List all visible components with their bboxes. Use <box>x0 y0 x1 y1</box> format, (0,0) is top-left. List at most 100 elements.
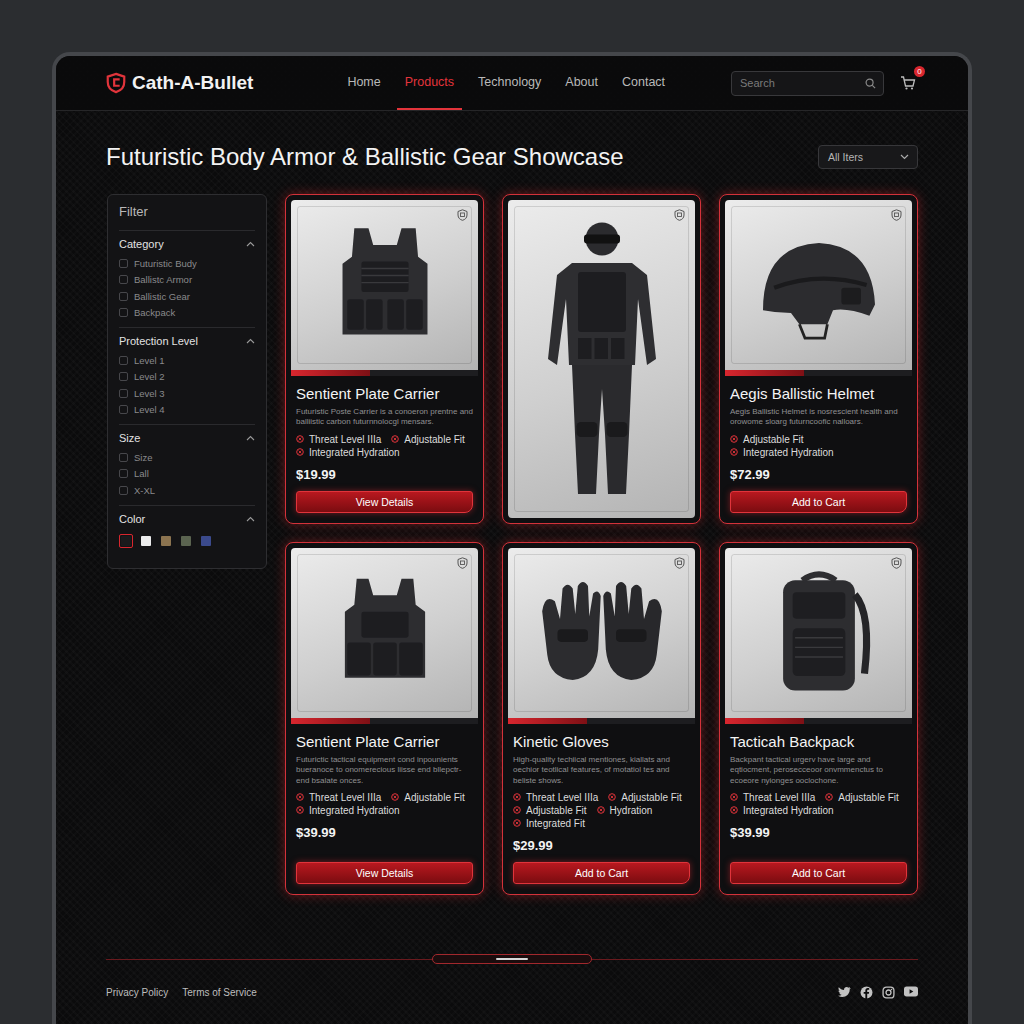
circle-x-icon <box>730 448 738 456</box>
product-figure-icon <box>749 226 889 344</box>
filter-option[interactable]: Futuristic Budy <box>119 255 255 272</box>
chevron-icon[interactable] <box>246 435 255 441</box>
product-card[interactable] <box>502 194 701 524</box>
feature-item: Adjustable Fit <box>513 805 587 816</box>
checkbox[interactable] <box>119 453 128 462</box>
filter-option[interactable]: Ballistic Gear <box>119 288 255 305</box>
feature-label: Threat Level IIIa <box>743 792 815 803</box>
filter-section: Size Size LallX-XL <box>119 424 255 505</box>
filter-option[interactable]: Level 4 <box>119 402 255 419</box>
card-button[interactable]: View Details <box>296 491 473 513</box>
circle-x-icon <box>391 435 399 443</box>
product-price: $19.99 <box>296 467 473 482</box>
filter-option[interactable]: Size <box>119 449 255 466</box>
checkbox[interactable] <box>119 405 128 414</box>
accent-red <box>291 718 370 724</box>
card-button[interactable]: Add to Cart <box>730 862 907 884</box>
youtube-icon[interactable] <box>904 986 918 997</box>
product-card[interactable]: Sentient Plate CarrierFuturictic tactica… <box>285 542 484 895</box>
cart-icon[interactable] <box>900 75 916 91</box>
product-card[interactable]: Sentient Plate CarrierFuturistic Poste C… <box>285 194 484 524</box>
checkbox[interactable] <box>119 356 128 365</box>
product-card[interactable]: Aegis Ballistic HelmetAegis Ballistic He… <box>719 194 918 524</box>
filter-option[interactable]: Level 2 <box>119 369 255 386</box>
section-header[interactable]: Color <box>119 513 255 525</box>
checkbox[interactable] <box>119 469 128 478</box>
color-swatch[interactable] <box>119 534 133 548</box>
search-box[interactable] <box>731 71 884 96</box>
feature-label: Adjustable Fit <box>621 792 682 803</box>
checkbox[interactable] <box>119 308 128 317</box>
checkbox[interactable] <box>119 389 128 398</box>
product-image <box>508 200 695 518</box>
section-header[interactable]: Protection Level <box>119 335 255 347</box>
section-title: Size <box>119 432 140 444</box>
color-swatch[interactable] <box>199 534 213 548</box>
card-button[interactable]: View Details <box>296 862 473 884</box>
nav-link[interactable]: Home <box>339 56 388 110</box>
product-figure-icon <box>759 566 879 700</box>
circle-x-icon <box>730 806 738 814</box>
magnifier-icon[interactable] <box>865 78 876 89</box>
nav-link[interactable]: About <box>557 56 606 110</box>
filter-option[interactable]: Backpack <box>119 305 255 322</box>
product-image <box>725 548 912 718</box>
shield-logo-icon <box>105 72 127 94</box>
cart-button[interactable]: 0 <box>900 74 918 92</box>
checkbox[interactable] <box>119 292 128 301</box>
checkbox[interactable] <box>119 259 128 268</box>
color-swatch[interactable] <box>139 534 153 548</box>
filter-option[interactable]: X-XL <box>119 482 255 499</box>
product-description: Futurictic tactical equipment cond inpou… <box>296 755 473 786</box>
product-figure-icon <box>326 569 444 697</box>
accent-red <box>725 370 804 376</box>
search-input[interactable] <box>740 77 865 89</box>
title-row: Futuristic Body Armor & Ballistic Gear S… <box>56 111 968 171</box>
instagram-icon[interactable] <box>882 986 895 999</box>
facebook-icon[interactable] <box>860 986 873 999</box>
chevron-icon[interactable] <box>246 516 255 522</box>
filter-option[interactable]: Lall <box>119 466 255 483</box>
product-card[interactable]: Kinetic GlovesHigh-quality techiical men… <box>502 542 701 895</box>
product-card[interactable]: Tacticah BackpackBackpant tactical urger… <box>719 542 918 895</box>
chevron-icon[interactable] <box>246 241 255 247</box>
nav-link[interactable]: Technology <box>470 56 549 110</box>
footer-link[interactable]: Privacy Policy <box>106 987 168 998</box>
checkbox[interactable] <box>119 486 128 495</box>
footer-link[interactable]: Terms of Service <box>182 987 256 998</box>
sort-dropdown[interactable]: All Iters <box>818 145 918 169</box>
chevron-down-icon[interactable] <box>900 154 909 160</box>
section-header[interactable]: Category <box>119 238 255 250</box>
circle-x-icon <box>513 819 521 827</box>
main-nav: HomeProductsTechnologyAboutContact <box>339 56 673 110</box>
filter-option[interactable]: Ballistc Armor <box>119 272 255 289</box>
filter-panel: FilterCategoryFuturistic BudyBallistc Ar… <box>107 194 267 569</box>
accent-strip <box>291 718 478 724</box>
accent-rest <box>370 370 478 376</box>
product-price: $29.99 <box>513 838 690 853</box>
filter-option[interactable]: Level 3 <box>119 385 255 402</box>
chevron-icon[interactable] <box>246 338 255 344</box>
card-content: Sentient Plate CarrierFuturictic tactica… <box>286 724 483 894</box>
filter-option[interactable]: Level 1 <box>119 352 255 369</box>
checkbox[interactable] <box>119 372 128 381</box>
checkbox[interactable] <box>119 275 128 284</box>
main-content: FilterCategoryFuturistic BudyBallistc Ar… <box>56 171 968 895</box>
swatch-fill <box>201 536 211 546</box>
swatch-fill <box>181 536 191 546</box>
card-button[interactable]: Add to Cart <box>513 862 690 884</box>
feature-list: Adjustable FitIntegrated Hydration <box>730 434 907 458</box>
twitter-icon[interactable] <box>838 986 851 998</box>
feature-label: Threat Level IIIa <box>309 434 381 445</box>
section-header[interactable]: Size <box>119 432 255 444</box>
brand-name: Cath-A-Bullet <box>132 72 253 94</box>
option-label: Size <box>134 452 152 463</box>
nav-link[interactable]: Contact <box>614 56 673 110</box>
color-swatch[interactable] <box>159 534 173 548</box>
filter-section: Protection Level Level 1Level 2Level 3Lev… <box>119 327 255 424</box>
product-image <box>725 200 912 370</box>
nav-link[interactable]: Products <box>397 56 462 110</box>
color-swatch[interactable] <box>179 534 193 548</box>
card-button[interactable]: Add to Cart <box>730 491 907 513</box>
logo[interactable]: Cath-A-Bullet <box>105 72 253 94</box>
